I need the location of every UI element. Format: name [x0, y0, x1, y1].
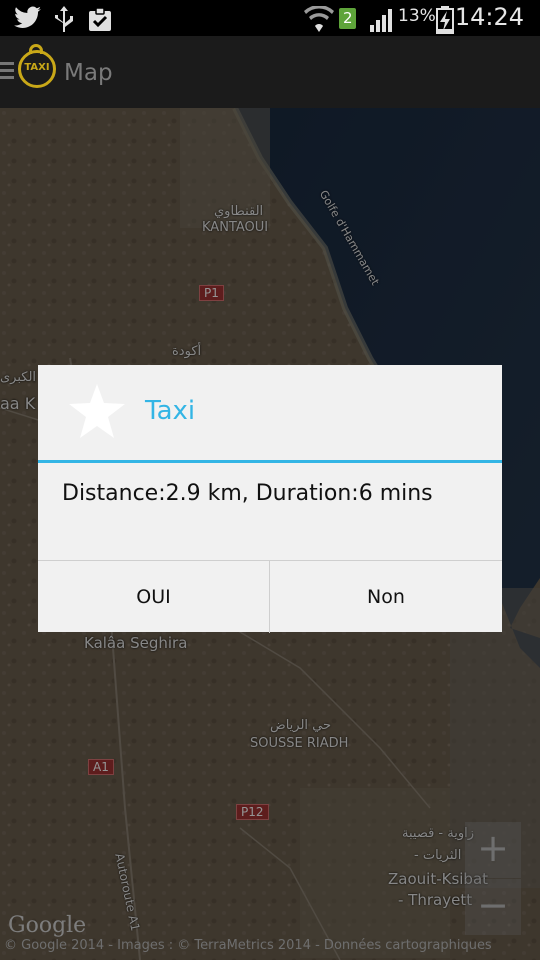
sim-number: 2: [343, 9, 353, 27]
dialog-header: Taxi: [38, 365, 502, 461]
drawer-menu-icon[interactable]: [0, 62, 14, 83]
twitter-icon: [14, 6, 41, 29]
oui-button[interactable]: OUI: [38, 561, 270, 633]
signal-icon: [370, 9, 392, 32]
taxi-dialog: Taxi Distance:2.9 km, Duration:6 mins OU…: [38, 365, 502, 633]
battery-charging-icon: [436, 6, 454, 34]
app-title: Map: [64, 60, 113, 86]
battery-percent: 13%: [398, 6, 436, 26]
dialog-button-bar: OUI Non: [38, 560, 502, 633]
dialog-title: Taxi: [145, 396, 196, 426]
clock: 14:24: [454, 3, 524, 31]
clipboard-icon: [89, 7, 111, 31]
non-button[interactable]: Non: [270, 561, 502, 633]
dialog-message: Distance:2.9 km, Duration:6 mins: [62, 481, 433, 506]
star-icon: [69, 384, 125, 438]
dialog-title-divider: [38, 460, 502, 463]
wifi-icon: [304, 6, 334, 32]
usb-icon: [55, 6, 73, 32]
sim-icon: 2: [339, 8, 356, 29]
status-bar: 2 13% 14:24: [0, 0, 540, 36]
logo-text: TAXI: [24, 62, 50, 73]
action-bar: TAXI Map: [0, 36, 540, 108]
